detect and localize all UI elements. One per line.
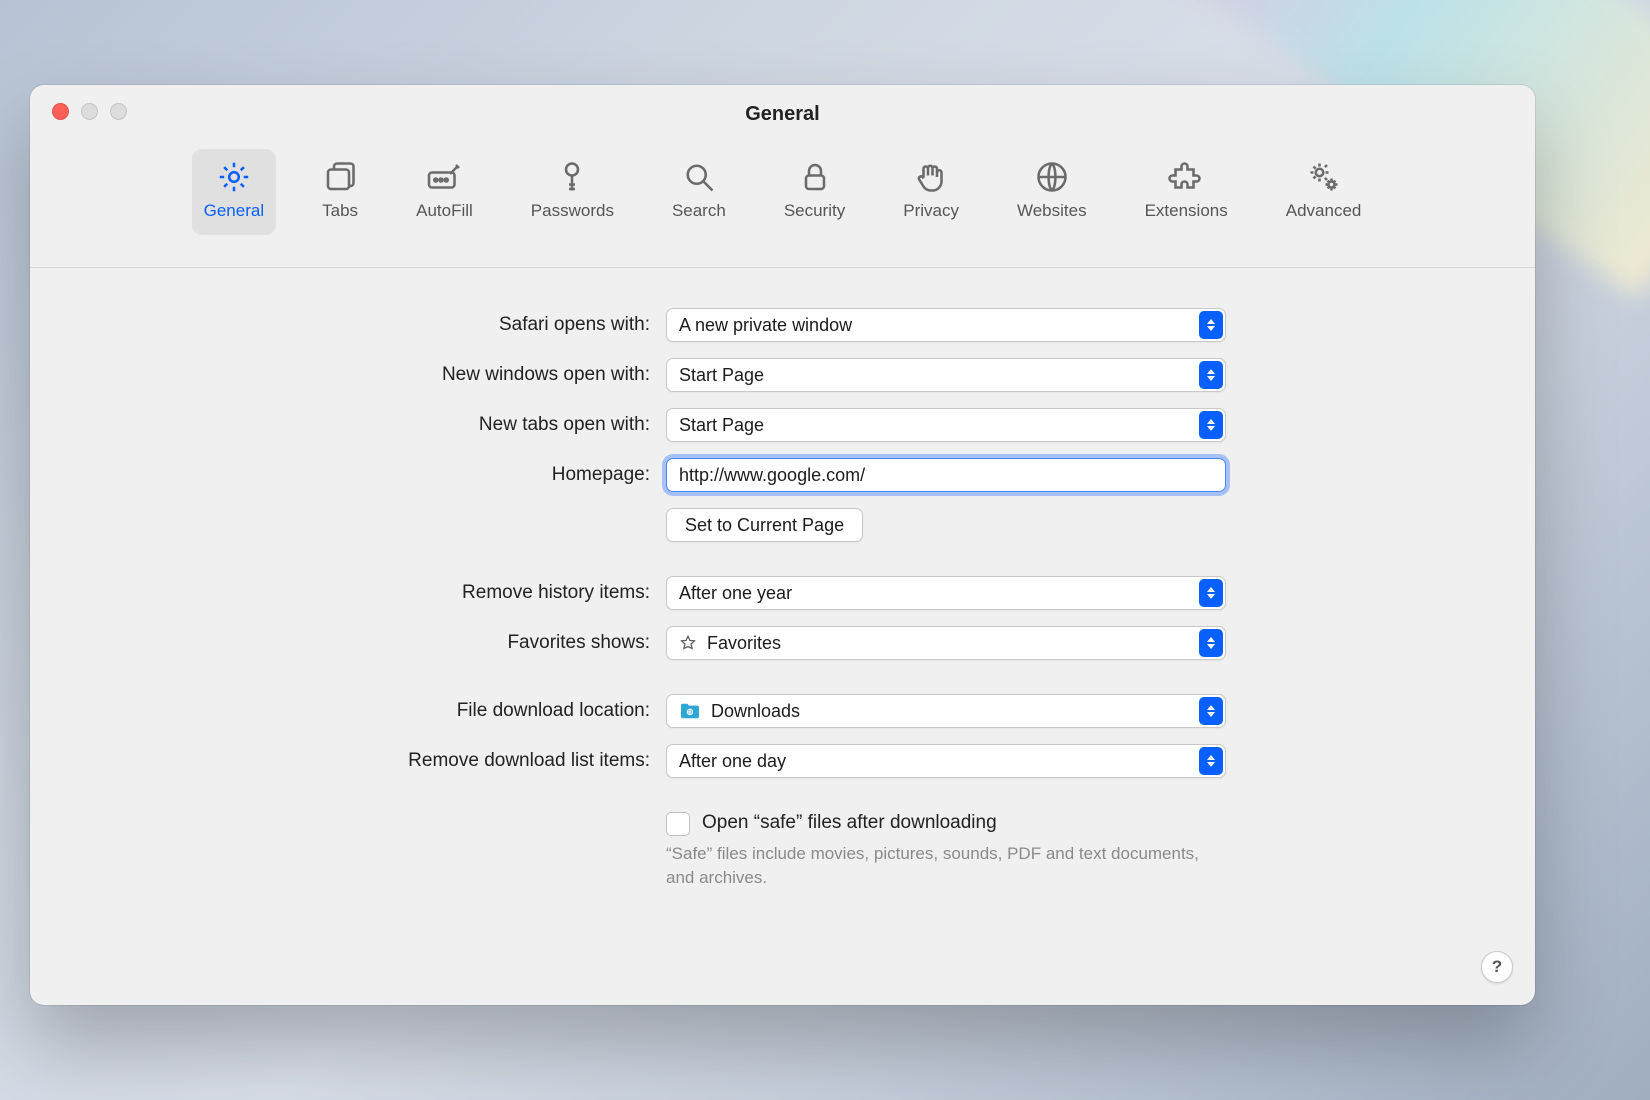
puzzle-icon <box>1168 159 1204 195</box>
star-icon <box>679 634 697 652</box>
open-safe-files-hint: “Safe” files include movies, pictures, s… <box>666 842 1226 890</box>
tabs-icon <box>322 159 358 195</box>
globe-icon <box>1034 159 1070 195</box>
general-settings-form: Safari opens with: A new private window … <box>30 268 1535 890</box>
tab-privacy[interactable]: Privacy <box>891 149 971 235</box>
tab-autofill[interactable]: AutoFill <box>404 149 485 235</box>
remove-download-list-value: After one day <box>679 751 786 772</box>
favorites-shows-popup[interactable]: Favorites <box>666 626 1226 660</box>
tab-general[interactable]: General <box>192 149 276 235</box>
chevron-up-down-icon <box>1199 361 1223 389</box>
tab-passwords-label: Passwords <box>531 201 614 221</box>
tab-security-label: Security <box>784 201 845 221</box>
new-windows-open-with-label: New windows open with: <box>100 364 666 386</box>
homepage-label: Homepage: <box>100 464 666 486</box>
remove-download-list-popup[interactable]: After one day <box>666 744 1226 778</box>
safari-opens-with-label: Safari opens with: <box>100 314 666 336</box>
lock-icon <box>797 159 833 195</box>
file-download-location-value: Downloads <box>711 701 800 722</box>
tab-search-label: Search <box>672 201 726 221</box>
remove-history-items-popup[interactable]: After one year <box>666 576 1226 610</box>
chevron-up-down-icon <box>1199 697 1223 725</box>
chevron-up-down-icon <box>1199 747 1223 775</box>
tab-websites-label: Websites <box>1017 201 1087 221</box>
file-download-location-popup[interactable]: Downloads <box>666 694 1226 728</box>
preferences-toolbar: General Tabs AutoFill Passwords <box>30 143 1535 268</box>
gear-icon <box>216 159 252 195</box>
chevron-up-down-icon <box>1199 311 1223 339</box>
tab-general-label: General <box>204 201 264 221</box>
new-tabs-open-with-label: New tabs open with: <box>100 414 666 436</box>
remove-history-items-value: After one year <box>679 583 792 604</box>
tab-advanced[interactable]: Advanced <box>1274 149 1374 235</box>
favorites-shows-value: Favorites <box>707 633 781 654</box>
open-safe-files-label: Open “safe” files after downloading <box>702 812 997 834</box>
tab-tabs[interactable]: Tabs <box>310 149 370 235</box>
chevron-up-down-icon <box>1199 629 1223 657</box>
open-safe-files-checkbox[interactable] <box>666 812 690 836</box>
gears-icon <box>1306 159 1342 195</box>
search-icon <box>681 159 717 195</box>
tab-privacy-label: Privacy <box>903 201 959 221</box>
tab-advanced-label: Advanced <box>1286 201 1362 221</box>
chevron-up-down-icon <box>1199 411 1223 439</box>
remove-history-items-label: Remove history items: <box>100 582 666 604</box>
homepage-input[interactable] <box>666 458 1226 492</box>
file-download-location-label: File download location: <box>100 700 666 722</box>
tab-security[interactable]: Security <box>772 149 857 235</box>
titlebar: General <box>30 85 1535 143</box>
new-windows-open-with-popup[interactable]: Start Page <box>666 358 1226 392</box>
safari-opens-with-popup[interactable]: A new private window <box>666 308 1226 342</box>
tab-websites[interactable]: Websites <box>1005 149 1099 235</box>
hand-icon <box>913 159 949 195</box>
key-icon <box>554 159 590 195</box>
tab-autofill-label: AutoFill <box>416 201 473 221</box>
tab-tabs-label: Tabs <box>322 201 358 221</box>
folder-icon <box>679 702 701 720</box>
tab-passwords[interactable]: Passwords <box>519 149 626 235</box>
favorites-shows-label: Favorites shows: <box>100 632 666 654</box>
new-windows-open-with-value: Start Page <box>679 365 764 386</box>
chevron-up-down-icon <box>1199 579 1223 607</box>
remove-download-list-label: Remove download list items: <box>100 750 666 772</box>
preferences-window: General General Tabs AutoFill <box>30 85 1535 1005</box>
help-button[interactable]: ? <box>1481 951 1513 983</box>
tab-extensions-label: Extensions <box>1145 201 1228 221</box>
safari-opens-with-value: A new private window <box>679 315 852 336</box>
new-tabs-open-with-popup[interactable]: Start Page <box>666 408 1226 442</box>
tab-search[interactable]: Search <box>660 149 738 235</box>
set-to-current-page-button[interactable]: Set to Current Page <box>666 508 863 542</box>
window-title: General <box>30 103 1535 126</box>
tab-extensions[interactable]: Extensions <box>1133 149 1240 235</box>
new-tabs-open-with-value: Start Page <box>679 415 764 436</box>
autofill-icon <box>426 159 462 195</box>
